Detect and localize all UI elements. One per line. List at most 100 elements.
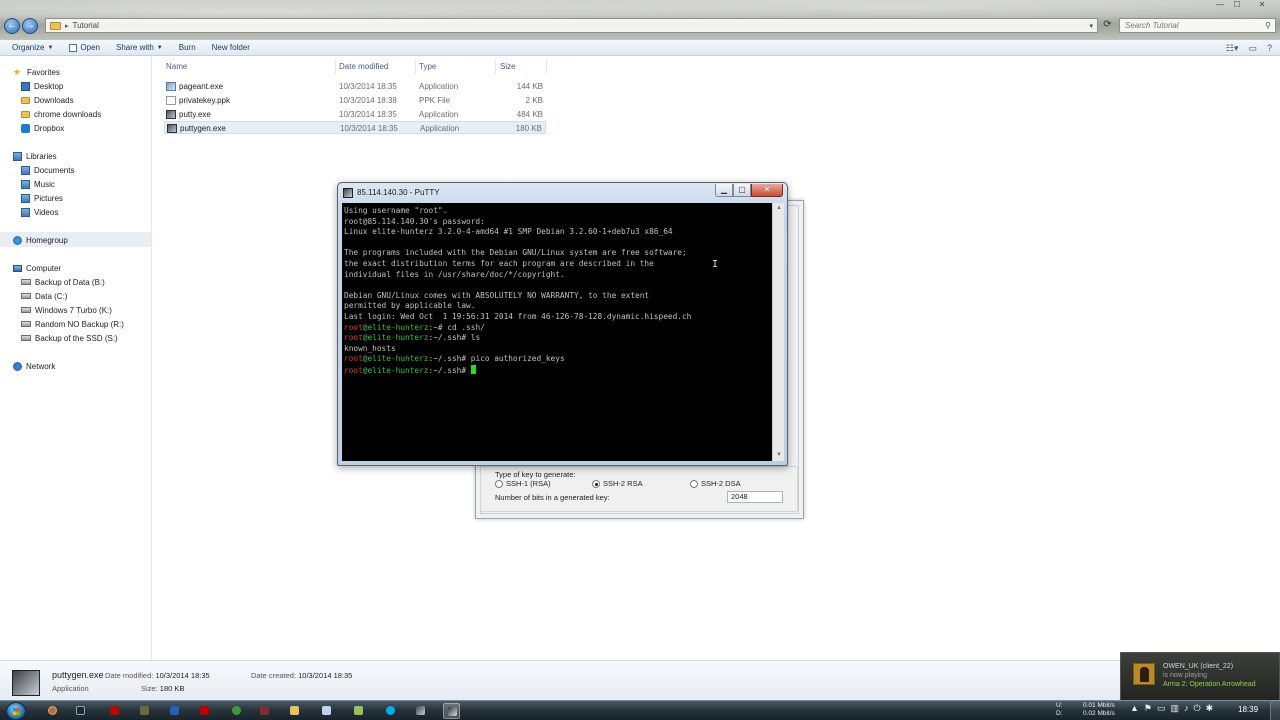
refresh-button[interactable]: ⟳ [1100,18,1115,33]
ssh2-dsa-label[interactable]: SSH-2 DSA [701,479,741,488]
network-icon[interactable]: ▥ [1171,703,1180,714]
file-row-selected[interactable]: puttygen.exe 10/3/2014 18:35 Application… [164,121,546,134]
file-row[interactable]: putty.exe 10/3/2014 18:35 Application 48… [164,108,546,121]
putty-icon[interactable] [343,188,353,198]
notepad-task[interactable] [318,703,335,719]
nav-drive[interactable]: Windows 7 Turbo (K:) [21,303,112,317]
burn-button[interactable]: Burn [179,43,196,52]
start-button[interactable] [6,702,26,720]
arrow-up-icon[interactable]: ▲ [1130,703,1139,714]
search-input[interactable]: Search Tutorial ⚲ [1119,18,1276,33]
skype-task[interactable] [382,703,399,719]
putty-task[interactable] [443,703,460,719]
nav-drive[interactable]: Data (C:) [21,289,67,303]
bits-input[interactable]: 2048 [727,491,783,503]
filezilla-task[interactable] [196,703,213,719]
editor-task[interactable] [350,703,367,719]
nav-network[interactable]: Network [13,359,55,373]
nav-drive[interactable]: Random NO Backup (R:) [21,317,124,331]
settings-icon[interactable]: ✱ [1206,703,1214,714]
nav-drive[interactable]: Backup of the SSD (S:) [21,331,118,345]
chrome-task[interactable] [44,703,61,719]
column-header-date[interactable]: Date modified [339,62,388,72]
power-icon[interactable]: ⏻ [1194,703,1201,714]
explorer-task[interactable] [286,703,303,719]
new-folder-button[interactable]: New folder [212,43,250,52]
share-with-button[interactable]: Share with ▼ [116,43,163,52]
column-header-type[interactable]: Type [419,62,436,72]
terminal-scrollbar[interactable]: ▲ ▼ [772,203,784,461]
column-divider[interactable] [495,60,496,74]
nav-pictures[interactable]: Pictures [21,191,63,205]
scroll-down-icon[interactable]: ▼ [774,451,784,460]
notepad-icon [322,706,331,715]
address-bar[interactable]: ▸ Tutorial ▾ [45,18,1098,33]
nav-favorites[interactable]: ★ Favorites [13,65,60,79]
game-task[interactable] [136,703,153,719]
view-options-icon[interactable]: ☷▾ [1226,43,1239,54]
minimize-button[interactable]: — [1212,0,1228,10]
nav-computer[interactable]: Computer [13,261,61,275]
nav-videos[interactable]: Videos [21,205,58,219]
nav-libraries[interactable]: Libraries [13,149,57,163]
preview-pane-icon[interactable]: ▭ [1248,43,1257,54]
arrow-left-icon: ← [7,20,17,31]
steam-notification[interactable]: OWEN_UK (client_22) is now playing Arma … [1120,652,1280,701]
folder-icon [50,21,61,30]
putty-close-button[interactable]: ✕ [751,184,783,197]
putty-maximize-button[interactable]: ▢ [733,184,751,197]
radio-ssh2-rsa[interactable] [592,480,600,488]
address-path[interactable]: Tutorial [73,21,99,30]
nav-documents[interactable]: Documents [21,163,74,177]
column-header-size[interactable]: Size [500,62,516,72]
search-icon[interactable]: ⚲ [1265,19,1271,32]
nav-desktop[interactable]: Desktop [21,79,63,93]
acrobat-task[interactable] [106,703,123,719]
show-desktop-button[interactable] [1270,700,1280,720]
chevron-right-icon[interactable]: ▸ [65,22,69,30]
steam-task[interactable] [72,703,89,719]
flag-icon[interactable]: ⚑ [1144,703,1152,714]
nav-downloads[interactable]: Downloads [21,93,74,107]
radio-ssh1-rsa[interactable] [495,480,503,488]
clock[interactable]: 18:39 [1238,705,1258,714]
volume-icon[interactable]: ♪ [1184,703,1189,714]
column-header-name[interactable]: Name [166,62,187,72]
scroll-up-icon[interactable]: ▲ [774,204,784,213]
column-divider[interactable] [415,60,416,74]
nav-chrome-downloads[interactable]: chrome downloads [21,107,101,121]
app-task[interactable] [256,703,273,719]
putty-minimize-button[interactable]: ▁ [715,184,733,197]
details-modified: Date modified: 10/3/2014 18:35 [105,671,210,680]
forward-button[interactable]: → [22,18,38,34]
putty-window[interactable]: 85.114.140.30 - PuTTY ▁ ▢ ✕ Using userna… [337,182,788,466]
puttygen-icon [167,124,177,133]
nav-music[interactable]: Music [21,177,55,191]
open-button[interactable]: Open [69,43,100,52]
skype-icon [386,706,395,715]
chevron-down-icon[interactable]: ▾ [1089,22,1093,30]
file-row[interactable]: pageant.exe 10/3/2014 18:35 Application … [164,80,546,93]
radio-ssh2-dsa[interactable] [690,480,698,488]
ssh1-rsa-label[interactable]: SSH-1 (RSA) [506,479,551,488]
nav-dropbox[interactable]: Dropbox [21,121,64,135]
column-divider[interactable] [546,60,547,74]
terminal[interactable]: Using username "root". root@85.114.140.3… [342,203,772,461]
utorrent-task[interactable] [228,703,245,719]
drive-icon [21,293,31,299]
monitor-icon[interactable]: ▭ [1157,703,1166,714]
outlook-task[interactable] [166,703,183,719]
ssh2-rsa-label[interactable]: SSH-2 RSA [603,479,643,488]
nav-homegroup[interactable]: Homegroup [13,233,68,247]
puttygen-task[interactable] [412,703,429,719]
organize-button[interactable]: Organize ▼ [12,43,53,52]
help-icon[interactable]: ? [1267,43,1272,54]
column-divider[interactable] [335,60,336,74]
back-button[interactable]: ← [4,18,20,34]
arrow-right-icon: → [25,20,35,31]
computer-icon [13,264,22,272]
nav-drive[interactable]: Backup of Data (B:) [21,275,105,289]
close-button[interactable]: ✕ [1247,0,1277,10]
maximize-button[interactable]: ☐ [1230,0,1244,10]
file-row[interactable]: privatekey.ppk 10/3/2014 18:38 PPK File … [164,94,546,107]
